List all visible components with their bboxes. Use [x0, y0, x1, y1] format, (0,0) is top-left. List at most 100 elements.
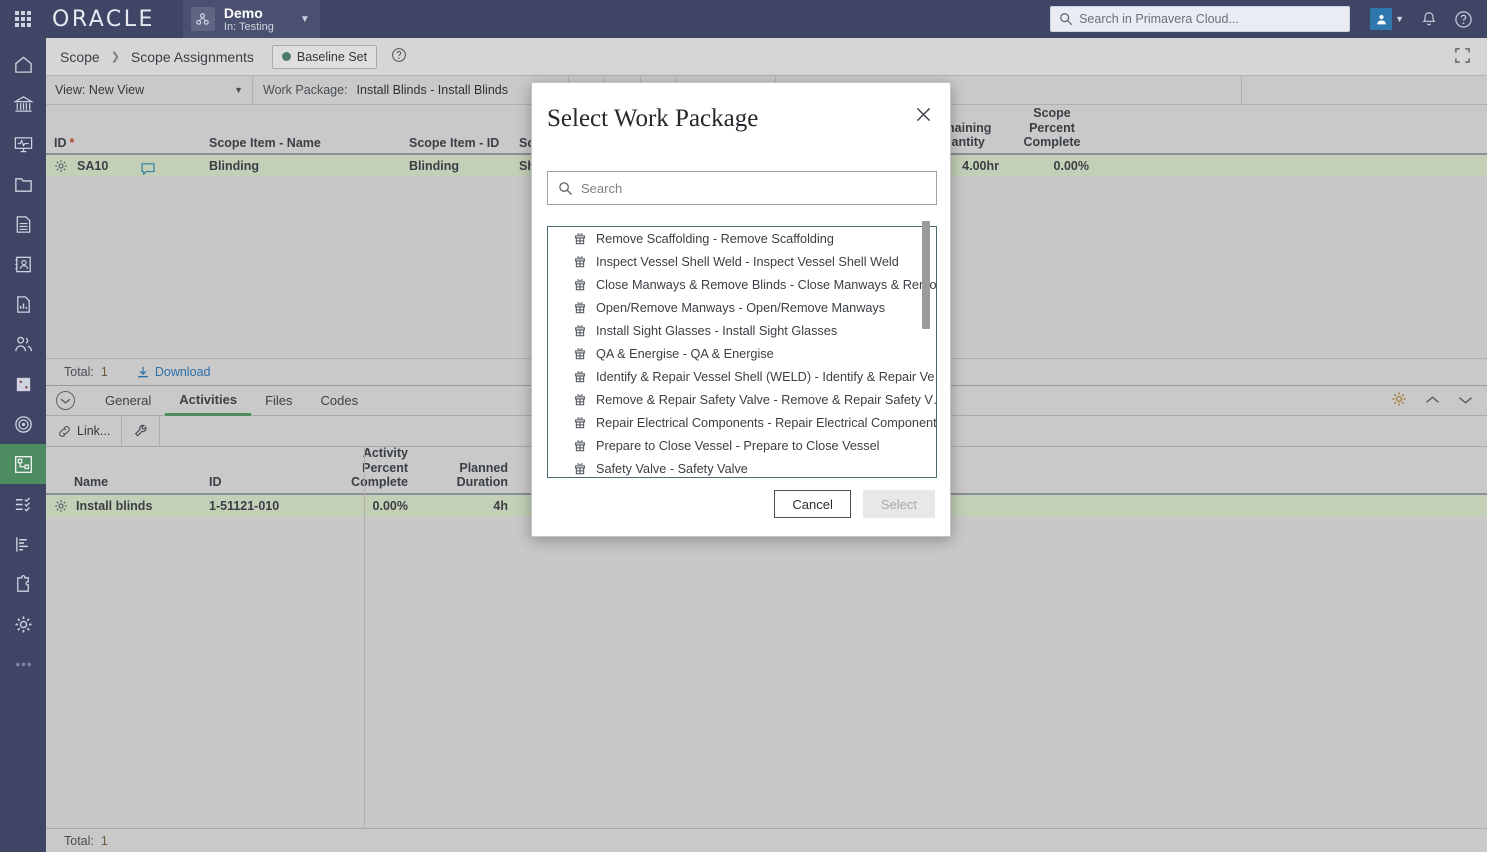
oracle-logo: ORACLE: [52, 7, 155, 32]
row-scope-percent-complete: 0.00%: [1007, 159, 1097, 173]
panel-expand-up-button[interactable]: [1425, 393, 1440, 408]
chevron-down-icon: ▼: [1395, 14, 1404, 24]
list-item[interactable]: Close Manways & Remove Blinds - Close Ma…: [548, 273, 936, 296]
list-item[interactable]: Remove & Repair Safety Valve - Remove & …: [548, 388, 936, 411]
scope-total-label: Total:: [64, 365, 94, 379]
list-item[interactable]: Repair Electrical Components - Repair El…: [548, 411, 936, 434]
sidebar-item-schedule[interactable]: [0, 524, 46, 564]
column-header-id[interactable]: ID: [54, 136, 67, 150]
list-item[interactable]: Safety Valve - Safety Valve: [548, 457, 936, 478]
select-work-package-dialog: Select Work Package Search Remove Scaffo…: [531, 82, 951, 537]
select-button: Select: [863, 490, 935, 518]
sidebar-item-portfolio[interactable]: [0, 84, 46, 124]
monitor-pulse-icon: [13, 134, 34, 155]
status-dot-icon: [282, 52, 291, 61]
column-header-planned-duration[interactable]: Planned Duration: [416, 461, 516, 494]
work-package-search-input[interactable]: Search: [547, 171, 937, 205]
chevron-down-icon[interactable]: ▼: [300, 14, 310, 25]
scope-percent-line1: Scope: [1015, 106, 1089, 121]
sidebar-item-scope[interactable]: [0, 444, 46, 484]
sidebar-item-scope-targets[interactable]: [0, 404, 46, 444]
list-scrollbar-thumb[interactable]: [922, 221, 930, 329]
detail-settings-button[interactable]: [1391, 391, 1407, 410]
column-header-scope-item-id[interactable]: Scope Item - ID: [401, 136, 511, 153]
scope-total-value: 1: [101, 365, 108, 379]
list-item[interactable]: Open/Remove Manways - Open/Remove Manway…: [548, 296, 936, 319]
activity-planned-duration: 4h: [416, 499, 516, 513]
work-package-filter[interactable]: Work Package: Install Blinds - Install B…: [253, 76, 569, 104]
work-package-list[interactable]: Remove Scaffolding - Remove Scaffolding …: [547, 226, 937, 478]
baseline-set-chip[interactable]: Baseline Set: [272, 45, 377, 69]
user-menu-button[interactable]: ▼: [1370, 8, 1404, 30]
sidebar-item-files[interactable]: [0, 164, 46, 204]
global-search-input[interactable]: Search in Primavera Cloud...: [1050, 6, 1350, 32]
sidebar-item-more[interactable]: [0, 644, 46, 684]
waffle-icon: [15, 11, 31, 27]
notifications-button[interactable]: [1420, 10, 1438, 29]
sidebar-item-dashboards[interactable]: [0, 124, 46, 164]
expand-icon: [1454, 47, 1471, 64]
dice-icon: [13, 374, 34, 395]
activity-percent-line2: Percent: [324, 461, 408, 476]
work-package-icon: [573, 347, 587, 361]
tab-activities[interactable]: Activities: [165, 386, 251, 416]
breadcrumb-root[interactable]: Scope: [60, 49, 100, 65]
column-header-name[interactable]: Name: [46, 475, 201, 493]
view-selector[interactable]: View: New View ▼: [46, 76, 253, 104]
close-icon[interactable]: [912, 103, 934, 125]
sidebar-item-documents[interactable]: [0, 204, 46, 244]
list-item[interactable]: Prepare to Close Vessel - Prepare to Clo…: [548, 434, 936, 457]
sidebar-item-contacts[interactable]: [0, 244, 46, 284]
column-header-activity-percent-complete[interactable]: Activity Percent Complete: [316, 446, 416, 493]
checklist-icon: [13, 494, 34, 515]
sidebar-item-settings[interactable]: [0, 604, 46, 644]
app-launcher-button[interactable]: [0, 0, 46, 38]
list-item[interactable]: QA & Energise - QA & Energise: [548, 342, 936, 365]
puzzle-icon: [13, 574, 34, 595]
sidebar-item-resources[interactable]: [0, 324, 46, 364]
gear-icon: [1391, 391, 1407, 407]
collapse-panel-button[interactable]: [56, 391, 75, 410]
list-item-label: Remove & Repair Safety Valve - Remove & …: [596, 393, 937, 407]
tab-files[interactable]: Files: [251, 386, 306, 416]
fullscreen-button[interactable]: [1454, 47, 1471, 67]
target-icon: [13, 414, 34, 435]
column-divider: [364, 447, 365, 828]
row-settings-icon[interactable]: [54, 499, 68, 513]
search-icon: [558, 181, 573, 196]
sidebar-item-reports[interactable]: [0, 284, 46, 324]
breadcrumb-current[interactable]: Scope Assignments: [131, 49, 254, 65]
help-button[interactable]: [1454, 10, 1473, 29]
list-item-label: Repair Electrical Components - Repair El…: [596, 416, 937, 430]
sidebar-item-risk[interactable]: [0, 364, 46, 404]
download-button[interactable]: Download: [136, 365, 211, 379]
list-item[interactable]: Remove Scaffolding - Remove Scaffolding: [548, 227, 936, 250]
list-item[interactable]: Inspect Vessel Shell Weld - Inspect Vess…: [548, 250, 936, 273]
work-package-label: Work Package:: [263, 83, 348, 97]
list-item[interactable]: Identify & Repair Vessel Shell (WELD) - …: [548, 365, 936, 388]
project-selector[interactable]: Demo In: Testing ▼: [183, 0, 320, 38]
row-settings-icon[interactable]: [54, 159, 68, 173]
comment-icon[interactable]: [141, 163, 155, 175]
scope-percent-line3: Complete: [1015, 135, 1089, 150]
tab-general[interactable]: General: [91, 386, 165, 416]
download-icon: [136, 365, 150, 379]
panel-collapse-down-button[interactable]: [1458, 393, 1473, 408]
list-item[interactable]: Install Sight Glasses - Install Sight Gl…: [548, 319, 936, 342]
sidebar-item-home[interactable]: [0, 44, 46, 84]
global-search-placeholder: Search in Primavera Cloud...: [1079, 12, 1239, 26]
sidebar-item-tasks[interactable]: [0, 484, 46, 524]
tab-codes[interactable]: Codes: [307, 386, 373, 416]
sidebar-item-integrations[interactable]: [0, 564, 46, 604]
link-button[interactable]: Link...: [46, 416, 122, 446]
folder-icon: [13, 174, 34, 195]
detail-tools-button[interactable]: [122, 416, 160, 446]
activity-percent-complete: 0.00%: [316, 499, 416, 513]
list-item-label: Open/Remove Manways - Open/Remove Manway…: [596, 301, 885, 315]
column-header-activity-id[interactable]: ID: [201, 475, 316, 493]
column-header-scope-item-name[interactable]: Scope Item - Name: [201, 136, 401, 153]
column-header-scope-percent-complete[interactable]: Scope Percent Complete: [1007, 106, 1097, 153]
page-help-button[interactable]: [391, 47, 407, 66]
link-icon: [57, 424, 72, 439]
cancel-button[interactable]: Cancel: [774, 490, 850, 518]
